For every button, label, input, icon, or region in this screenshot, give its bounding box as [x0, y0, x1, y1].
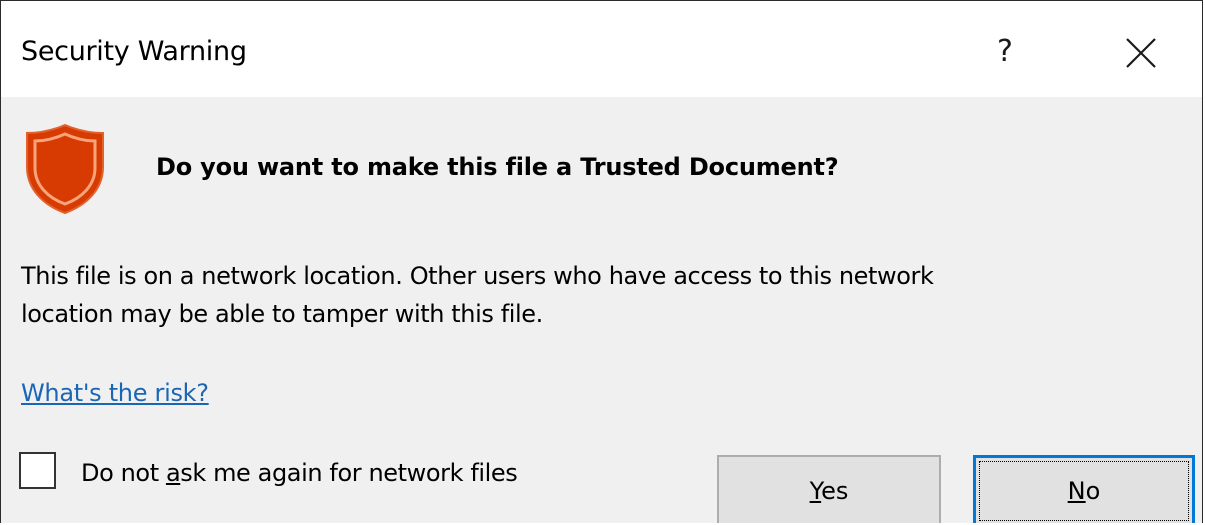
close-button[interactable] [1111, 23, 1171, 83]
yes-button[interactable]: Yes [717, 455, 941, 523]
dialog-headline: Do you want to make this file a Trusted … [156, 153, 839, 181]
security-warning-dialog: Security Warning ? Do you want to make t… [0, 0, 1203, 523]
yes-rest: es [821, 477, 849, 505]
label-part-1: Do not [81, 459, 166, 487]
message-line-1: This file is on a network location. Othe… [21, 262, 934, 290]
title-bar: Security Warning ? [1, 1, 1202, 97]
no-button[interactable]: No [973, 455, 1195, 523]
message-line-2: location may be able to tamper with this… [21, 300, 543, 328]
whats-the-risk-link[interactable]: What's the risk? [21, 379, 209, 407]
shield-icon [26, 123, 104, 215]
help-button[interactable]: ? [975, 23, 1035, 79]
yes-mnemonic: Y [809, 477, 822, 505]
do-not-ask-label[interactable]: Do not ask me again for network files [81, 459, 518, 487]
no-mnemonic: N [1067, 477, 1086, 505]
label-part-2: sk me again for network files [180, 459, 518, 487]
close-icon [1126, 38, 1156, 68]
dialog-message: This file is on a network location. Othe… [21, 257, 1171, 333]
label-mnemonic: a [165, 459, 181, 487]
dialog-title: Security Warning [21, 36, 247, 67]
do-not-ask-checkbox[interactable] [19, 452, 56, 489]
no-rest: o [1085, 477, 1101, 505]
